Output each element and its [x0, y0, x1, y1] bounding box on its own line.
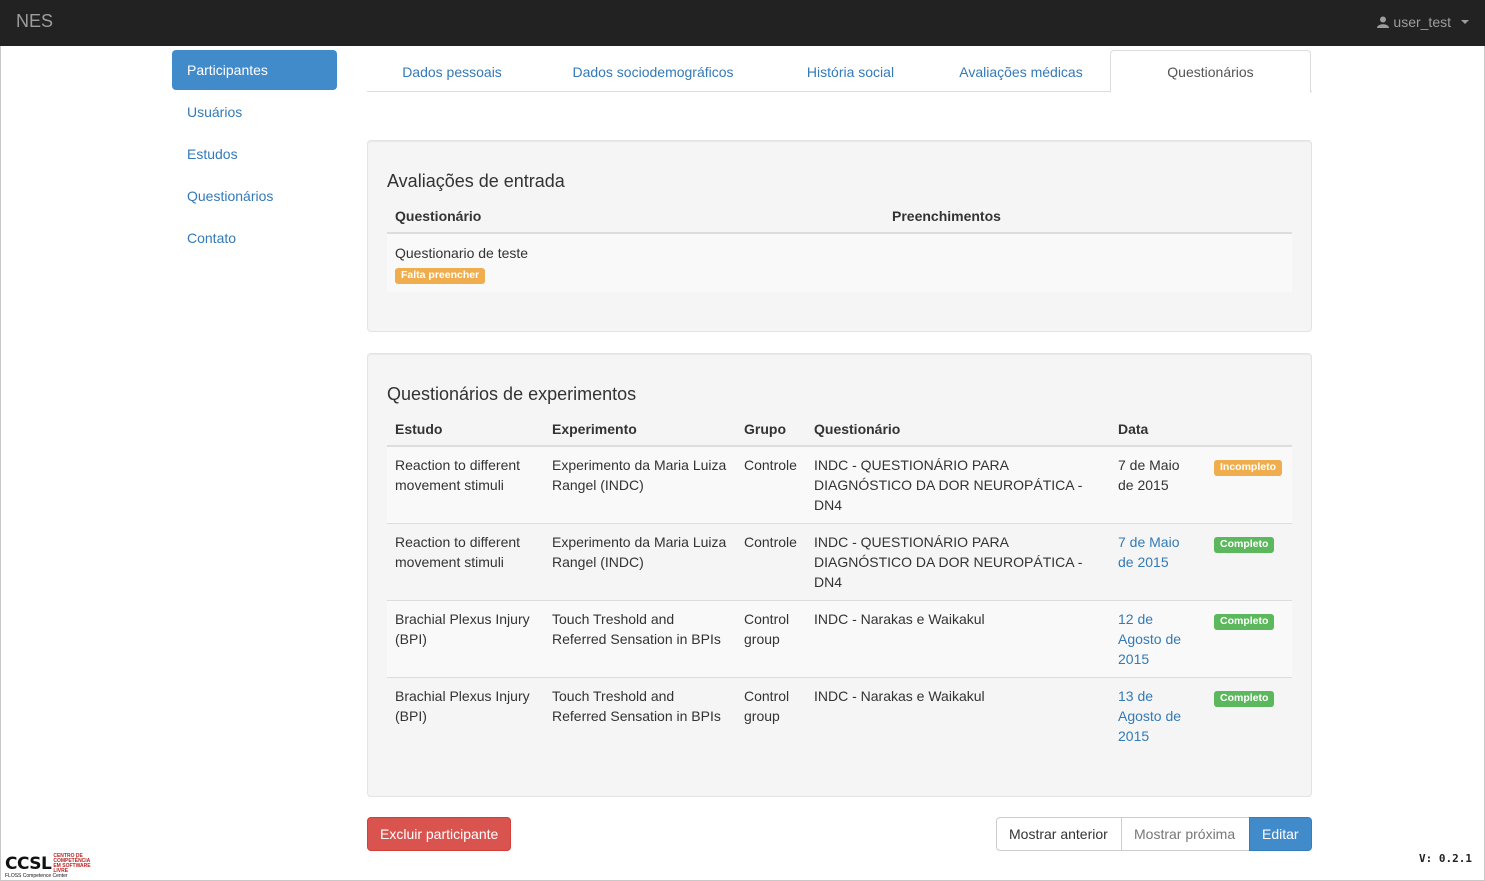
date-link[interactable]: 12 de Agosto de 2015	[1118, 611, 1181, 667]
cell-experimento: Experimento da Maria Luiza Rangel (INDC)	[544, 523, 736, 601]
status-badge: Incompleto	[1214, 460, 1283, 476]
user-menu[interactable]: user_test	[1377, 14, 1469, 30]
logo-subtitle: FLOSS Competence Center	[5, 873, 68, 879]
next-button[interactable]: Mostrar próxima	[1121, 817, 1250, 851]
tab-bar: Dados pessoais Dados sociodemográficos H…	[367, 50, 1312, 93]
cell-grupo: Control group	[736, 677, 806, 754]
cell-estudo: Brachial Plexus Injury (BPI)	[387, 600, 544, 678]
cell-experimento: Touch Treshold and Referred Sensation in…	[544, 600, 736, 678]
sidebar-item-participantes[interactable]: Participantes	[172, 50, 337, 90]
tab-avaliacoes-medicas[interactable]: Avaliações médicas	[932, 50, 1110, 92]
cell-data: 7 de Maio de 2015	[1110, 445, 1206, 524]
entry-evaluations-table: Questionário Preenchimentos Questionario…	[387, 200, 1292, 292]
experiment-questionnaires-table: Estudo Experimento Grupo Questionário Da…	[387, 413, 1292, 754]
tab-dados-sociodemograficos[interactable]: Dados sociodemográficos	[537, 50, 769, 92]
column-header-data: Data	[1110, 413, 1206, 447]
cell-estudo: Reaction to different movement stimuli	[387, 523, 544, 601]
sidebar-item-usuarios[interactable]: Usuários	[172, 92, 337, 132]
status-badge: Completo	[1214, 691, 1275, 707]
cell-experimento: Touch Treshold and Referred Sensation in…	[544, 677, 736, 754]
table-row: Brachial Plexus Injury (BPI) Touch Tresh…	[387, 677, 1292, 754]
caret-down-icon	[1461, 20, 1469, 24]
date-link[interactable]: 13 de Agosto de 2015	[1118, 688, 1181, 744]
table-row: Brachial Plexus Injury (BPI) Touch Tresh…	[387, 600, 1292, 678]
user-name: user_test	[1393, 14, 1451, 30]
column-header-questionario: Questionário	[387, 200, 884, 234]
entry-evaluations-title: Avaliações de entrada	[387, 171, 565, 191]
tab-historia-social[interactable]: História social	[769, 50, 932, 92]
date-link[interactable]: 7 de Maio de 2015	[1118, 534, 1179, 570]
delete-participant-button[interactable]: Excluir participante	[367, 817, 512, 851]
cell-experimento: Experimento da Maria Luiza Rangel (INDC)	[544, 445, 736, 524]
logo-text: CCSL	[5, 854, 52, 874]
column-header-preenchimentos: Preenchimentos	[884, 200, 1292, 234]
user-icon	[1377, 16, 1390, 28]
sidebar-item-estudos[interactable]: Estudos	[172, 134, 337, 174]
version-label: V: 0.2.1	[1419, 852, 1472, 865]
ccsl-logo: CCSL CENTRO DE COMPETÊNCIA EM SOFTWARE L…	[5, 853, 95, 880]
table-row: Reaction to different movement stimuli E…	[387, 445, 1292, 524]
experiment-questionnaires-title: Questionários de experimentos	[387, 384, 637, 404]
tab-questionarios[interactable]: Questionários	[1110, 50, 1311, 93]
brand[interactable]: NES	[16, 11, 53, 32]
entry-evaluations-panel: Avaliações de entrada Questionário Preen…	[367, 140, 1312, 332]
questionnaire-name: Questionario de teste	[395, 245, 529, 261]
cell-grupo: Controle	[736, 445, 806, 524]
sidebar-item-contato[interactable]: Contato	[172, 218, 337, 258]
status-badge: Falta preencher	[395, 268, 486, 284]
edit-button[interactable]: Editar	[1249, 817, 1312, 851]
table-row: Reaction to different movement stimuli E…	[387, 523, 1292, 601]
table-row: Questionario de teste Falta preencher	[387, 233, 1292, 292]
column-header-estudo: Estudo	[387, 413, 544, 447]
sidebar: Participantes Usuários Estudos Questioná…	[172, 50, 337, 260]
column-header-grupo: Grupo	[736, 413, 806, 447]
tab-dados-pessoais[interactable]: Dados pessoais	[367, 50, 537, 92]
cell-estudo: Reaction to different movement stimuli	[387, 445, 544, 524]
navbar: NES user_test	[0, 0, 1485, 46]
cell-grupo: Controle	[736, 523, 806, 601]
column-header-experimento: Experimento	[544, 413, 736, 447]
cell-questionario: INDC - Narakas e Waikakul	[806, 600, 1110, 678]
experiment-questionnaires-panel: Questionários de experimentos Estudo Exp…	[367, 353, 1312, 797]
column-header-questionario: Questionário	[806, 413, 1110, 447]
previous-button[interactable]: Mostrar anterior	[996, 817, 1122, 851]
cell-questionario: INDC - QUESTIONÁRIO PARA DIAGNÓSTICO DA …	[806, 523, 1110, 601]
cell-questionario: INDC - Narakas e Waikakul	[806, 677, 1110, 754]
status-badge: Completo	[1214, 614, 1275, 630]
cell-questionario: INDC - QUESTIONÁRIO PARA DIAGNÓSTICO DA …	[806, 445, 1110, 524]
cell-estudo: Brachial Plexus Injury (BPI)	[387, 677, 544, 754]
logo-small-text: CENTRO DE COMPETÊNCIA EM SOFTWARE LIVRE	[53, 853, 91, 874]
cell-grupo: Control group	[736, 600, 806, 678]
sidebar-item-questionarios[interactable]: Questionários	[172, 176, 337, 216]
status-badge: Completo	[1214, 537, 1275, 553]
